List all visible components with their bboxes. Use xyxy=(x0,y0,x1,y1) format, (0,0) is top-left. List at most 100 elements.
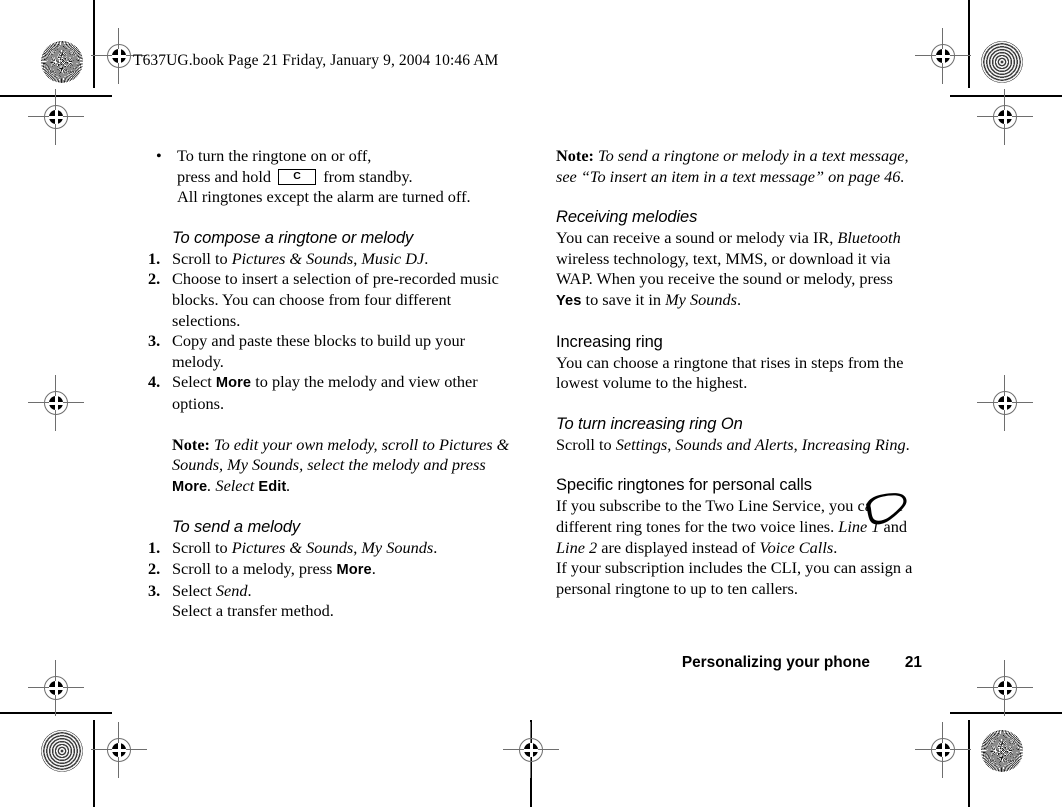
list-item-text: Scroll to Pictures & Sounds, My Sounds. xyxy=(172,538,437,557)
text-run: Scroll to xyxy=(172,248,232,268)
paragraph-turn-increasing-ring-on: Scroll to Settings, Sounds and Alerts, I… xyxy=(556,435,922,456)
text-run: Edit xyxy=(258,478,287,495)
registration-target-right-lower xyxy=(977,660,1033,716)
list-item-text: Choose to insert a selection of pre-reco… xyxy=(172,269,499,329)
registration-target-right-upper xyxy=(977,89,1033,145)
registration-target-bottom-left xyxy=(91,722,147,778)
text-run: Increasing Ring xyxy=(801,434,906,454)
footer-page-number: 21 xyxy=(904,654,922,671)
registration-target-left-upper xyxy=(28,89,84,145)
trim-line-bottom-left xyxy=(0,712,112,714)
trim-line-left-top xyxy=(93,0,95,88)
list-item-number: 1. xyxy=(148,248,161,268)
text-run: Scroll to xyxy=(172,538,232,558)
page-footer: Personalizing your phone 21 xyxy=(556,654,922,672)
text-run: Scroll to xyxy=(556,434,616,454)
text-run: Music DJ xyxy=(361,248,425,268)
registration-target-bottom-right xyxy=(915,722,971,778)
list-item: 4. Select More to play the melody and vie… xyxy=(148,372,520,414)
text-run: More xyxy=(172,478,208,495)
bullet-line-2-before: press and hold xyxy=(177,166,272,186)
trim-line-top-left xyxy=(0,95,112,97)
list-item-text: Select Send. Select a transfer method. xyxy=(172,581,334,621)
list-item: 2. Choose to insert a selection of pre-re… xyxy=(148,269,520,331)
note-send-in-text-message: Note: To send a ringtone or melody in a … xyxy=(556,146,922,187)
heading-increasing-ring: Increasing ring xyxy=(556,332,663,351)
registration-target-left-middle xyxy=(28,375,84,431)
list-item: 2. Scroll to a melody, press More. xyxy=(148,559,520,581)
bullet-line-3: All ringtones except the alarm are turne… xyxy=(177,187,471,207)
text-run: Bluetooth xyxy=(837,228,901,248)
list-item-number: 2. xyxy=(148,558,161,578)
trim-line-right-bottom xyxy=(968,720,970,807)
list-item-number: 2. xyxy=(148,269,161,289)
text-run: Select xyxy=(172,372,216,392)
note-text: To send a ringtone or melody in a text m… xyxy=(556,146,909,186)
list-item: 3. Select Send. Select a transfer method. xyxy=(148,581,520,622)
heading-compose-ringtone: To compose a ringtone or melody xyxy=(172,228,414,247)
text-run: You can receive a sound or melody via IR… xyxy=(556,228,838,248)
registration-target-left-lower xyxy=(28,660,84,716)
paragraph-receiving-melodies: You can receive a sound or melody via IR… xyxy=(556,228,922,311)
text-run: . Select xyxy=(207,475,259,495)
document-page: T637UG.book Page 21 Friday, January 9, 2… xyxy=(0,0,1062,807)
text-run: Sounds and Alerts xyxy=(675,434,794,454)
text-run: Settings xyxy=(615,434,668,454)
list-item-number: 4. xyxy=(148,372,161,392)
trim-line-center-bottom xyxy=(530,720,532,807)
heading-send-melody: To send a melody xyxy=(172,518,301,537)
text-run: to save it in xyxy=(581,289,666,309)
bullet-line-2-after: from standby. xyxy=(323,166,413,186)
bullet-line-2: press and hold C from standby. xyxy=(177,167,520,188)
text-run: . xyxy=(833,537,838,557)
list-item-number: 1. xyxy=(148,538,161,558)
text-run: . xyxy=(247,580,252,600)
list-item-number: 3. xyxy=(148,580,161,600)
heading-turn-increasing-ring-on: To turn increasing ring On xyxy=(556,414,743,433)
steps-compose-ringtone: 1. Scroll to Pictures & Sounds, Music DJ.… xyxy=(148,249,520,415)
rosette-mark-bottom-left xyxy=(41,730,83,772)
list-item: 3. Copy and paste these blocks to build u… xyxy=(148,331,520,372)
list-item-text: Scroll to Pictures & Sounds, Music DJ. xyxy=(172,249,428,268)
text-run: Voice Calls xyxy=(759,537,834,557)
text-run: My Sounds xyxy=(361,538,434,558)
list-item-text: Select More to play the melody and view … xyxy=(172,372,478,413)
text-run: More xyxy=(336,561,372,578)
rosette-mark-bottom-right xyxy=(981,730,1023,772)
text-run: . xyxy=(371,558,376,578)
text-run: wireless technology, text, MMS, or downl… xyxy=(556,248,893,289)
text-run: , xyxy=(793,434,802,454)
list-item: 1. Scroll to Pictures & Sounds, My Sounds… xyxy=(148,538,520,559)
text-run: You can choose a ringtone that rises in … xyxy=(556,352,904,393)
text-run: Line 2 xyxy=(556,537,598,557)
list-item-text: Scroll to a melody, press More. xyxy=(172,559,376,578)
text-run: Choose to insert a selection of pre-reco… xyxy=(172,269,499,330)
text-run: Pictures & Sounds xyxy=(231,248,354,268)
text-run: Select a transfer method. xyxy=(172,601,334,621)
text-run: My Sounds xyxy=(665,289,738,309)
text-run: . xyxy=(433,538,438,558)
rosette-mark-top-right xyxy=(981,41,1023,83)
list-item: 1. Scroll to Pictures & Sounds, Music DJ. xyxy=(148,249,520,270)
trim-line-right-top xyxy=(968,0,970,88)
sim-card-icon xyxy=(862,490,910,532)
text-run: More xyxy=(215,375,252,392)
text-run: Copy and paste these blocks to build up … xyxy=(172,331,466,371)
trim-line-left-bottom xyxy=(93,720,95,807)
note-label: Note: xyxy=(172,434,210,454)
text-run: If your subscription includes the CLI, y… xyxy=(556,558,913,598)
footer-chapter-title: Personalizing your phone xyxy=(681,654,870,671)
bullet-item-ringtone-toggle: • To turn the ringtone on or off, press … xyxy=(148,146,520,208)
text-run: To edit your own melody, scroll to Pictu… xyxy=(172,434,510,475)
bullet-line-1: To turn the ringtone on or off, xyxy=(177,146,372,165)
text-run: Select xyxy=(172,580,216,600)
text-run: Pictures & Sounds xyxy=(231,538,354,558)
text-run: . xyxy=(424,248,429,268)
paragraph-increasing-ring: You can choose a ringtone that rises in … xyxy=(556,353,922,394)
